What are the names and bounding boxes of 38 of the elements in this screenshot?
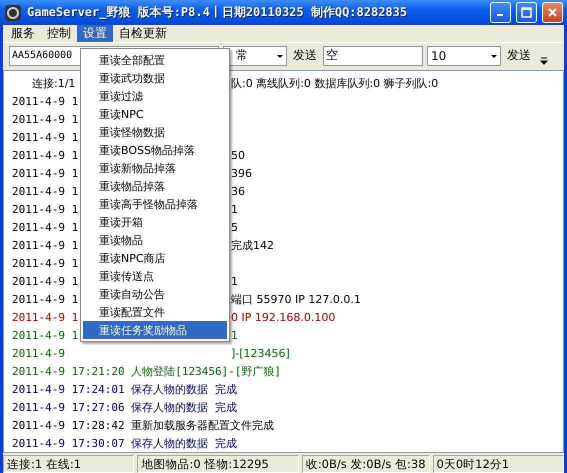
status-panel: 收:0B/s 发:0B/s 包:38: [302, 455, 430, 473]
log-line: 2011-4-9 1: [12, 292, 78, 306]
status-panel: 0天0时12分1: [432, 455, 564, 473]
log-line: 完成142: [231, 238, 274, 253]
log-line: 50: [231, 148, 245, 162]
log-line: 2011-4-9 1: [12, 166, 78, 180]
log-line: 2011-4-9 1: [12, 184, 78, 198]
log-line: 队:0 离线队列:0 数据库队列:0 狮子列队:0: [231, 76, 438, 91]
log-line: 2011-4-9: [12, 346, 65, 360]
log-line: 2011-4-9 1: [12, 238, 78, 252]
log-line: 2011-4-9 1: [12, 310, 78, 324]
log-line: 2011-4-9 17:28:42 重新加载服务器配置文件完成: [12, 418, 274, 433]
log-line: 2011-4-9 1: [12, 220, 78, 234]
log-line: 2011-4-9 17:30:07 保存人物的数据 完成: [12, 436, 237, 451]
log-line: 2011-4-9 17:21:20 人物登陆[123456]-[野广狼]: [12, 364, 282, 379]
log-line: 2011-4-9 1: [12, 328, 78, 342]
log-line: 2011-4-9 1: [12, 130, 78, 144]
log-line: 396: [231, 166, 252, 180]
log-line: 2011-4-9 17:24:01 保存人物的数据 完成: [12, 382, 237, 397]
status-panel: 连接:1 在线:1: [3, 455, 134, 473]
log-line: 2011-4-9 1: [12, 94, 78, 108]
log-line: 2011-4-9 1: [12, 274, 78, 288]
log-line: 0 IP 192.168.0.100: [231, 310, 336, 324]
log-line: 2011-4-9 1: [12, 148, 78, 162]
log-line: 1: [231, 328, 238, 342]
log-line: 1: [231, 274, 238, 288]
log-line: 1: [231, 202, 238, 216]
log-line: 2011-4-9 1: [12, 112, 78, 126]
window-title: GameServer_野狼 版本号:P8.4丨日期20110325 制作QQ:8282835: [27, 4, 408, 22]
log-line: 连接:1/1: [31, 76, 76, 91]
log-line: 2011-4-9 17:27:06 保存人物的数据 完成: [12, 400, 237, 415]
log-line: 2011-4-9 1: [12, 256, 78, 270]
status-panel: 地图物品:0 怪物:12295: [137, 455, 299, 473]
log-line: 端口 55970 IP 127.0.0.1: [231, 292, 361, 307]
log-line: ]-[123456]: [231, 346, 290, 360]
log-line: 5: [231, 220, 238, 234]
log-line: 36: [231, 184, 245, 198]
log-line: 2011-4-9 1: [12, 202, 78, 216]
